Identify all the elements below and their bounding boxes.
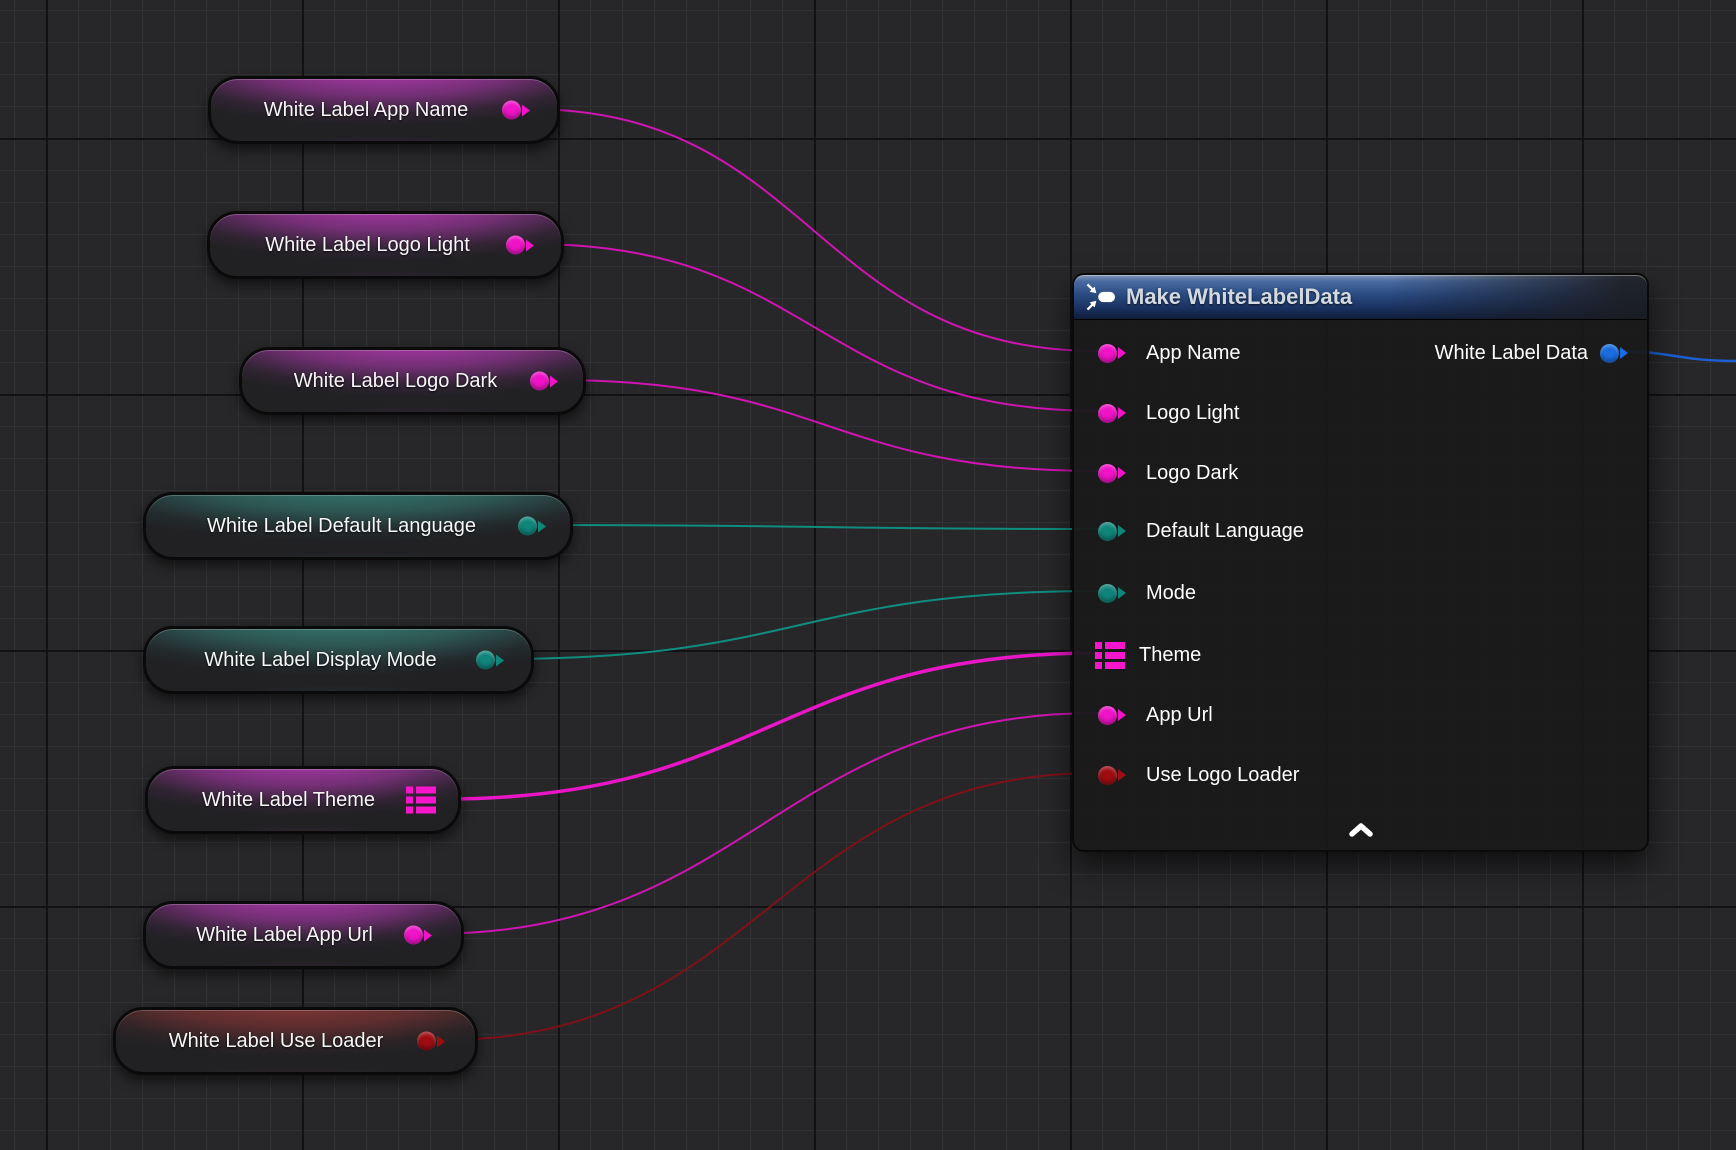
input-pin-row-default-language: Default Language: [1098, 516, 1304, 546]
pin-wedge: [1118, 407, 1132, 419]
node-white-label-default-language[interactable]: White Label Default Language: [143, 492, 573, 560]
input-pin[interactable]: [1098, 584, 1132, 603]
node-white-label-app-url[interactable]: White Label App Url: [143, 901, 464, 969]
input-pin-row-mode: Mode: [1098, 578, 1196, 608]
pin-wedge: [550, 375, 564, 387]
input-pin[interactable]: [1098, 404, 1132, 423]
wire[interactable]: [556, 380, 1098, 471]
wire[interactable]: [502, 591, 1098, 659]
node-white-label-display-mode[interactable]: White Label Display Mode: [143, 626, 534, 694]
node-white-label-use-loader[interactable]: White Label Use Loader: [113, 1007, 478, 1075]
pin-circle: [518, 517, 537, 536]
input-pin[interactable]: [1098, 522, 1132, 541]
pin-label: Default Language: [1146, 516, 1304, 546]
node-white-label-logo-dark[interactable]: White Label Logo Dark: [239, 347, 586, 415]
input-pin-row-app-url: App Url: [1098, 700, 1213, 730]
pin-wedge: [1118, 467, 1132, 479]
node-header[interactable]: Make WhiteLabelData: [1074, 275, 1647, 319]
chevron-up-icon[interactable]: [1345, 821, 1377, 842]
input-pin[interactable]: [1098, 344, 1132, 363]
pin-circle: [502, 101, 521, 120]
getter-label: White Label Logo Light: [234, 214, 501, 276]
getter-label: White Label Theme: [172, 769, 405, 831]
pin-wedge: [1118, 525, 1132, 537]
getter-label: White Label Use Loader: [140, 1010, 412, 1072]
pin-label: Logo Dark: [1146, 458, 1238, 488]
output-pin-row: White Label Data: [1435, 338, 1634, 368]
output-pin[interactable]: [502, 101, 536, 120]
wire[interactable]: [528, 109, 1098, 351]
getter-label: White Label Logo Dark: [266, 350, 525, 412]
pin-circle: [1600, 344, 1619, 363]
node-white-label-logo-light[interactable]: White Label Logo Light: [207, 211, 564, 279]
input-pin-row-use-logo-loader: Use Logo Loader: [1098, 760, 1299, 790]
output-pin[interactable]: [530, 372, 564, 391]
pin-circle: [1098, 766, 1117, 785]
wire[interactable]: [444, 653, 1098, 799]
pin-circle: [530, 372, 549, 391]
wire[interactable]: [532, 244, 1098, 411]
pin-circle: [417, 1032, 436, 1051]
node-white-label-theme[interactable]: White Label Theme: [145, 766, 461, 834]
pin-wedge: [526, 239, 540, 251]
input-pin-row-theme: Theme: [1095, 640, 1201, 670]
pin-wedge: [496, 654, 510, 666]
blueprint-graph-canvas[interactable]: White Label App Name White Label Logo Li…: [0, 0, 1736, 1150]
make-struct-icon: [1086, 283, 1116, 311]
wire[interactable]: [430, 713, 1098, 934]
pin-circle: [1098, 522, 1117, 541]
output-pin[interactable]: [404, 926, 438, 945]
pin-wedge: [1118, 769, 1132, 781]
input-pin[interactable]: [1098, 706, 1132, 725]
pin-label: Theme: [1139, 640, 1201, 670]
pin-wedge: [424, 929, 438, 941]
output-pin[interactable]: [406, 787, 436, 814]
pin-label: Use Logo Loader: [1146, 760, 1299, 790]
getter-label: White Label App Url: [170, 904, 399, 966]
input-pin[interactable]: [1095, 642, 1125, 669]
output-pin[interactable]: [518, 517, 552, 536]
struct-pin-icon: [1095, 642, 1125, 669]
pin-circle: [476, 651, 495, 670]
pin-label: Logo Light: [1146, 398, 1239, 428]
getter-label: White Label App Name: [235, 79, 497, 141]
pin-wedge: [1620, 347, 1634, 359]
getter-label: White Label Default Language: [170, 495, 513, 557]
pin-label: App Url: [1146, 700, 1213, 730]
pin-circle: [1098, 706, 1117, 725]
pin-wedge: [1118, 587, 1132, 599]
wire[interactable]: [443, 773, 1098, 1040]
wire[interactable]: [544, 525, 1098, 529]
pin-circle: [1098, 464, 1117, 483]
pin-wedge: [1118, 347, 1132, 359]
output-pin[interactable]: [506, 236, 540, 255]
pin-circle: [1098, 584, 1117, 603]
node-make-whitelabeldata[interactable]: Make WhiteLabelData App Name Logo Light Lo…: [1072, 273, 1649, 852]
pin-wedge: [522, 104, 536, 116]
node-title: Make WhiteLabelData: [1126, 284, 1352, 310]
input-pin[interactable]: [1098, 766, 1132, 785]
pin-label: App Name: [1146, 338, 1241, 368]
input-pin[interactable]: [1098, 464, 1132, 483]
pin-circle: [404, 926, 423, 945]
getter-label: White Label Display Mode: [170, 629, 471, 691]
input-pin-row-logo-dark: Logo Dark: [1098, 458, 1238, 488]
pin-label: Mode: [1146, 578, 1196, 608]
output-pin-label: White Label Data: [1435, 342, 1588, 365]
pin-wedge: [538, 520, 552, 532]
node-white-label-app-name[interactable]: White Label App Name: [208, 76, 560, 144]
output-pin[interactable]: [476, 651, 510, 670]
pin-wedge: [1118, 709, 1132, 721]
struct-pin-icon: [406, 787, 436, 814]
output-pin[interactable]: [1600, 344, 1634, 363]
input-pin-row-app-name: App Name: [1098, 338, 1241, 368]
pin-circle: [1098, 344, 1117, 363]
pin-circle: [1098, 404, 1117, 423]
pin-circle: [506, 236, 525, 255]
input-pin-row-logo-light: Logo Light: [1098, 398, 1239, 428]
output-pin[interactable]: [417, 1032, 451, 1051]
pin-wedge: [437, 1035, 451, 1047]
